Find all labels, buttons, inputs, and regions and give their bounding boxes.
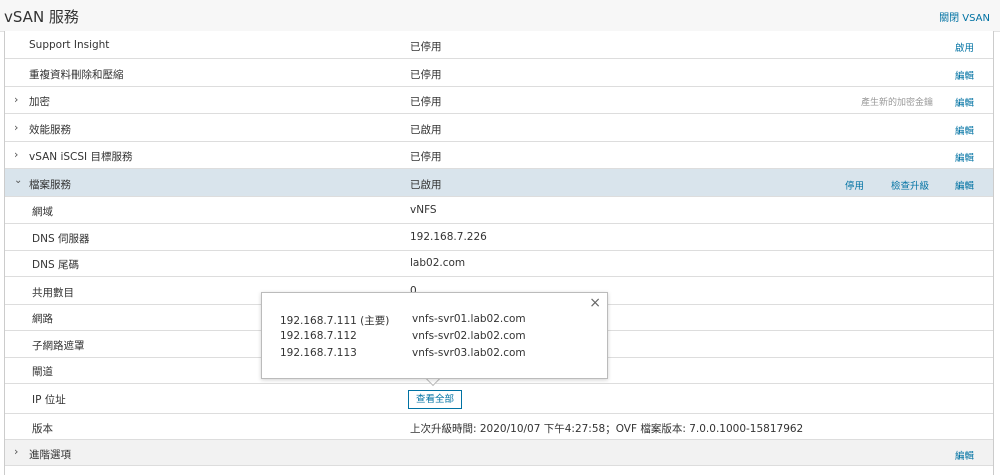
- row-label: 閘道: [32, 366, 53, 378]
- row-dedup: 重複資料刪除和壓縮 已停用 編輯: [5, 59, 993, 87]
- list-item: 192.168.7.111 (主要) vnfs-svr01.lab02.com: [280, 313, 600, 327]
- row-value: vNFS: [410, 204, 437, 216]
- generate-key-link: 產生新的加密金鑰: [861, 98, 934, 108]
- row-encryption[interactable]: › 加密 已停用 產生新的加密金鑰 編輯: [5, 87, 993, 114]
- chevron-right-icon[interactable]: ›: [14, 148, 18, 161]
- edit-file-service-button[interactable]: 編輯: [955, 178, 974, 192]
- row-label: 加密: [29, 96, 50, 108]
- row-label: 網路: [32, 313, 53, 325]
- row-value: 已停用: [410, 69, 442, 81]
- edit-advanced-button[interactable]: 編輯: [955, 448, 974, 462]
- row-label: DNS 尾碼: [32, 259, 79, 271]
- row-version: 版本 上次升級時間: 2020/10/07 下午4:27:58；OVF 檔案版本…: [5, 414, 993, 440]
- edit-iscsi-button[interactable]: 編輯: [955, 150, 974, 164]
- row-value: 已停用: [410, 41, 442, 53]
- row-label: IP 位址: [32, 394, 66, 406]
- list-item: 192.168.7.113 vnfs-svr03.lab02.com: [280, 347, 600, 361]
- view-all-ip-button[interactable]: 查看全部: [408, 390, 462, 409]
- row-label: 檔案服務: [29, 179, 71, 191]
- chevron-down-icon[interactable]: ⌄: [14, 175, 22, 186]
- row-label: 效能服務: [29, 124, 71, 136]
- ip-value: 192.168.7.113: [280, 347, 357, 359]
- row-label: vSAN iSCSI 目標服務: [29, 151, 133, 163]
- list-item: 192.168.7.112 vnfs-svr02.lab02.com: [280, 330, 600, 344]
- row-ip-address: IP 位址: [5, 384, 993, 414]
- row-label: DNS 伺服器: [32, 233, 90, 245]
- page-header: vSAN 服務 關閉 VSAN: [0, 0, 1000, 32]
- close-vsan-link[interactable]: 關閉 VSAN: [939, 9, 990, 24]
- row-value: 192.168.7.226: [410, 231, 487, 243]
- row-value: 已啟用: [410, 124, 442, 136]
- row-performance[interactable]: › 效能服務 已啟用 編輯: [5, 114, 993, 142]
- row-iscsi[interactable]: › vSAN iSCSI 目標服務 已停用 編輯: [5, 142, 993, 169]
- chevron-right-icon[interactable]: ›: [14, 445, 18, 458]
- row-file-service[interactable]: ⌄ 檔案服務 已啟用 停用 檢查升級 編輯: [5, 169, 993, 197]
- hostname-value: vnfs-svr03.lab02.com: [412, 347, 526, 359]
- row-label: 進階選項: [29, 449, 71, 461]
- hostname-value: vnfs-svr01.lab02.com: [412, 313, 526, 325]
- row-value: 已停用: [410, 151, 442, 163]
- row-label: 重複資料刪除和壓縮: [29, 69, 124, 81]
- row-value: lab02.com: [410, 257, 466, 269]
- row-label: 子網路遮罩: [32, 340, 85, 352]
- row-domain: 網域 vNFS: [5, 197, 993, 224]
- row-support-insight: Support Insight 已停用 啟用: [5, 31, 993, 59]
- ip-value: 192.168.7.111 (主要): [280, 315, 390, 327]
- ip-value: 192.168.7.112: [280, 330, 357, 342]
- close-icon[interactable]: ×: [589, 295, 601, 311]
- row-dns-suffix: DNS 尾碼 lab02.com: [5, 251, 993, 277]
- hostname-value: vnfs-svr02.lab02.com: [412, 330, 526, 342]
- row-value: 已停用: [410, 96, 442, 108]
- chevron-right-icon[interactable]: ›: [14, 93, 18, 106]
- row-label: Support Insight: [29, 39, 110, 51]
- chevron-right-icon[interactable]: ›: [14, 121, 18, 134]
- row-value: 上次升級時間: 2020/10/07 下午4:27:58；OVF 檔案版本: 7…: [410, 423, 804, 435]
- row-label: 網域: [32, 206, 53, 218]
- edit-encryption-button[interactable]: 編輯: [955, 95, 974, 109]
- page-title: vSAN 服務: [4, 8, 79, 26]
- edit-performance-button[interactable]: 編輯: [955, 123, 974, 137]
- ip-address-popover: × 192.168.7.111 (主要) vnfs-svr01.lab02.co…: [261, 292, 608, 379]
- check-upgrade-button[interactable]: 檢查升級: [891, 178, 929, 192]
- row-label: 版本: [32, 423, 53, 435]
- services-table: Support Insight 已停用 啟用 重複資料刪除和壓縮 已停用 編輯 …: [4, 31, 994, 475]
- enable-support-insight-button[interactable]: 啟用: [955, 40, 974, 54]
- row-dns-server: DNS 伺服器 192.168.7.226: [5, 224, 993, 251]
- edit-dedup-button[interactable]: 編輯: [955, 68, 974, 82]
- row-advanced[interactable]: › 進階選項 編輯: [5, 440, 993, 466]
- row-value: 已啟用: [410, 179, 442, 191]
- disable-file-service-button[interactable]: 停用: [845, 178, 864, 192]
- row-label: 共用數目: [32, 287, 74, 299]
